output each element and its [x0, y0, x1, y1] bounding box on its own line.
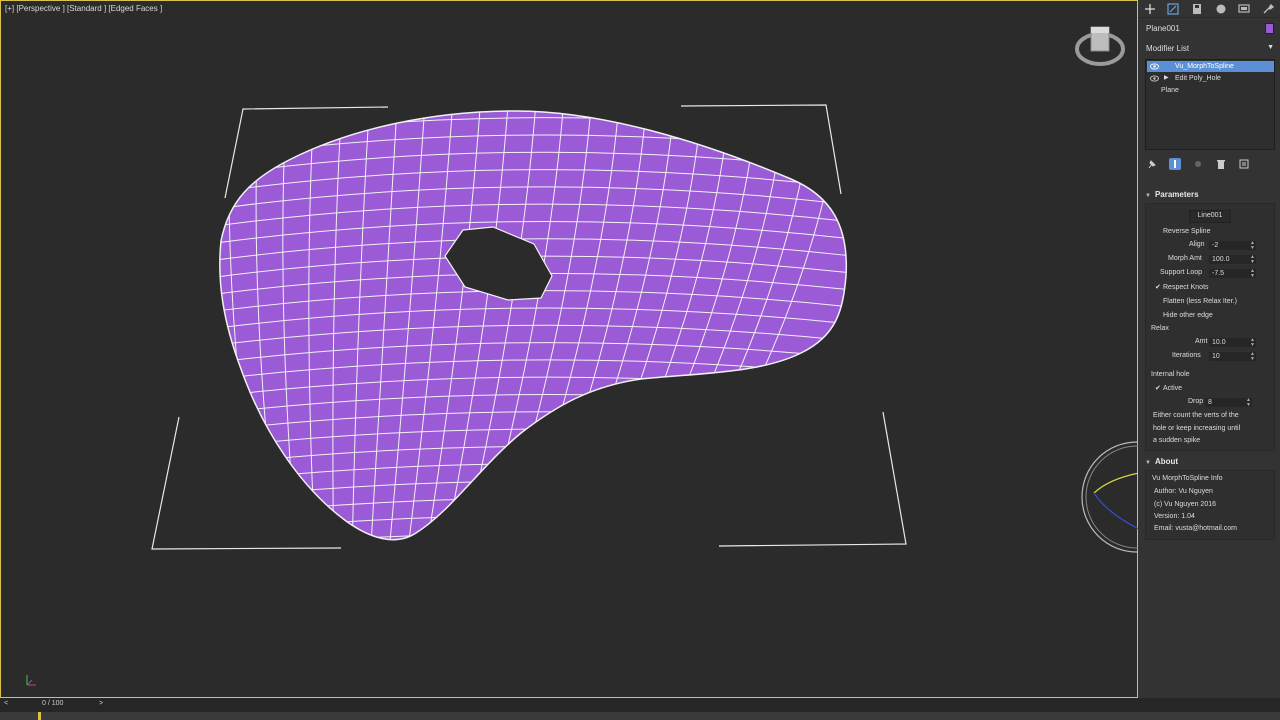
spinner-arrows-icon[interactable]: ▲ ▼: [1250, 352, 1255, 362]
modifier-list-label: Modifier List: [1146, 44, 1190, 53]
internal-hole-group-label: Internal hole: [1151, 371, 1190, 378]
hide-other-edge-label: Hide other edge: [1163, 312, 1213, 319]
plane-mesh[interactable]: [201, 101, 861, 568]
pick-spline-button[interactable]: Line001: [1189, 210, 1231, 223]
stack-item-label: Plane: [1161, 87, 1179, 94]
drop-value: 8: [1208, 399, 1212, 406]
time-slider-bar[interactable]: < 0 / 100 >: [0, 698, 1138, 712]
support-loop-value: -7.5: [1212, 270, 1225, 277]
iterations-label: Iterations: [1172, 352, 1201, 359]
frame-counter[interactable]: 0 / 100: [42, 700, 63, 707]
reverse-spline-checkbox[interactable]: [1155, 229, 1162, 236]
support-loop-label: Support Loop: [1160, 269, 1203, 276]
respect-knots-label: Respect Knots: [1163, 284, 1209, 291]
stack-toolbar: [1146, 157, 1274, 171]
morph-amt-spinner[interactable]: 100.0 ▲ ▼: [1209, 255, 1256, 264]
hole-note-line-2: hole or keep increasing until: [1153, 425, 1241, 432]
spinner-arrows-icon[interactable]: ▲ ▼: [1246, 398, 1251, 408]
parameters-rollout-header[interactable]: ▼ Parameters: [1145, 190, 1275, 203]
parameters-rollout: Line001 Reverse Spline Align -2 ▲ ▼ Morph …: [1145, 203, 1275, 451]
modifier-list-dropdown[interactable]: Modifier List ▼: [1146, 44, 1274, 55]
about-version: Version: 1.04: [1154, 513, 1195, 520]
collapse-triangle-icon: ▼: [1145, 193, 1151, 199]
perspective-viewport[interactable]: [+] [Perspective ] [Standard ] [Edged Fa…: [0, 0, 1139, 698]
relax-group-label: Relax: [1151, 325, 1169, 332]
about-email: Email: vusta@hotmail.com: [1154, 525, 1237, 532]
flatten-checkbox[interactable]: [1155, 298, 1162, 305]
stack-item-vu-morphtospline[interactable]: Vu_MorphToSpline: [1147, 61, 1274, 72]
pin-stack-icon[interactable]: [1146, 158, 1158, 170]
motion-icon[interactable]: [1215, 3, 1227, 15]
iterations-value: 10: [1212, 353, 1220, 360]
display-icon[interactable]: [1238, 3, 1251, 15]
align-label: Align: [1189, 241, 1205, 248]
iterations-spinner[interactable]: 10 ▲ ▼: [1209, 352, 1256, 361]
amt-spinner[interactable]: 10.0 ▲ ▼: [1209, 338, 1256, 347]
spinner-arrows-icon[interactable]: ▲ ▼: [1250, 241, 1255, 251]
timeline-track[interactable]: [0, 712, 1280, 720]
modifier-stack: Vu_MorphToSpline ▶ Edit Poly_Hole Plane: [1145, 59, 1275, 150]
viewcube-icon[interactable]: [1075, 23, 1125, 69]
configure-modifier-sets-icon[interactable]: [1238, 158, 1250, 170]
spinner-arrows-icon[interactable]: ▲ ▼: [1250, 338, 1255, 348]
about-copyright: (c) Vu Nguyen 2016: [1154, 501, 1216, 508]
about-rollout: Vu MorphToSpline Info Author: Vu Nguyen …: [1145, 470, 1275, 540]
about-author: Author: Vu Nguyen: [1154, 488, 1213, 495]
viewport-scene: [151, 101, 907, 568]
amt-label: Amt: [1195, 338, 1208, 345]
support-loop-spinner[interactable]: -7.5 ▲ ▼: [1209, 269, 1256, 278]
hole-note-line-3: a sudden spike: [1153, 437, 1201, 444]
eye-icon[interactable]: [1150, 75, 1159, 82]
utilities-icon[interactable]: [1262, 3, 1275, 15]
about-title: About: [1154, 457, 1179, 466]
eye-icon[interactable]: [1150, 63, 1159, 70]
axis-tripod-icon: [26, 675, 36, 686]
active-checkbox[interactable]: ✔: [1155, 385, 1162, 392]
drop-label: Drop: [1188, 398, 1204, 405]
modify-icon[interactable]: [1167, 2, 1180, 15]
drop-spinner[interactable]: 8 ▲ ▼: [1205, 398, 1252, 407]
parameters-title: Parameters: [1154, 190, 1199, 199]
hole-note-line-1: Either count the verts of the: [1153, 412, 1239, 419]
previous-frame-button[interactable]: <: [4, 700, 8, 707]
show-end-result-icon[interactable]: [1169, 158, 1181, 170]
respect-knots-checkbox[interactable]: ✔: [1155, 284, 1162, 291]
orbit-gizmo-icon[interactable]: [1079, 441, 1139, 553]
spinner-arrows-icon[interactable]: ▲ ▼: [1250, 269, 1255, 279]
stack-item-plane[interactable]: Plane: [1147, 85, 1274, 96]
stack-item-edit-poly-hole[interactable]: ▶ Edit Poly_Hole: [1147, 73, 1274, 84]
hide-other-edge-checkbox[interactable]: [1155, 312, 1162, 319]
morph-amt-label: Morph Amt: [1168, 255, 1202, 262]
stack-item-label: Edit Poly_Hole: [1175, 75, 1221, 82]
timeline-current-frame-marker[interactable]: [38, 712, 41, 720]
next-frame-button[interactable]: >: [99, 700, 103, 707]
flatten-label: Flatten (less Relax Iter.): [1163, 298, 1237, 305]
active-label: Active: [1163, 385, 1183, 392]
morph-amt-value: 100.0: [1212, 256, 1230, 263]
collapse-triangle-icon: ▼: [1145, 460, 1151, 466]
stack-item-label: Vu_MorphToSpline: [1175, 63, 1234, 70]
make-unique-icon[interactable]: [1192, 158, 1204, 170]
reverse-spline-label: Reverse Spline: [1163, 228, 1211, 235]
chevron-down-icon: ▼: [1267, 44, 1274, 51]
hierarchy-icon[interactable]: [1191, 3, 1203, 15]
align-value: -2: [1212, 242, 1219, 249]
object-name-field[interactable]: Plane001: [1146, 24, 1180, 33]
command-panel: Plane001 Modifier List ▼ Vu_MorphToSplin…: [1138, 0, 1280, 698]
about-rollout-header[interactable]: ▼ About: [1145, 457, 1275, 470]
create-icon[interactable]: [1144, 3, 1156, 15]
expand-triangle-icon[interactable]: ▶: [1164, 73, 1169, 84]
amt-value: 10.0: [1212, 339, 1226, 346]
align-spinner[interactable]: -2 ▲ ▼: [1209, 241, 1256, 250]
command-panel-tabs: [1138, 0, 1280, 18]
remove-modifier-icon[interactable]: [1215, 158, 1227, 170]
object-color-swatch[interactable]: [1265, 23, 1274, 34]
spinner-arrows-icon[interactable]: ▲ ▼: [1250, 255, 1255, 265]
about-info-title: Vu MorphToSpline Info: [1152, 475, 1223, 482]
